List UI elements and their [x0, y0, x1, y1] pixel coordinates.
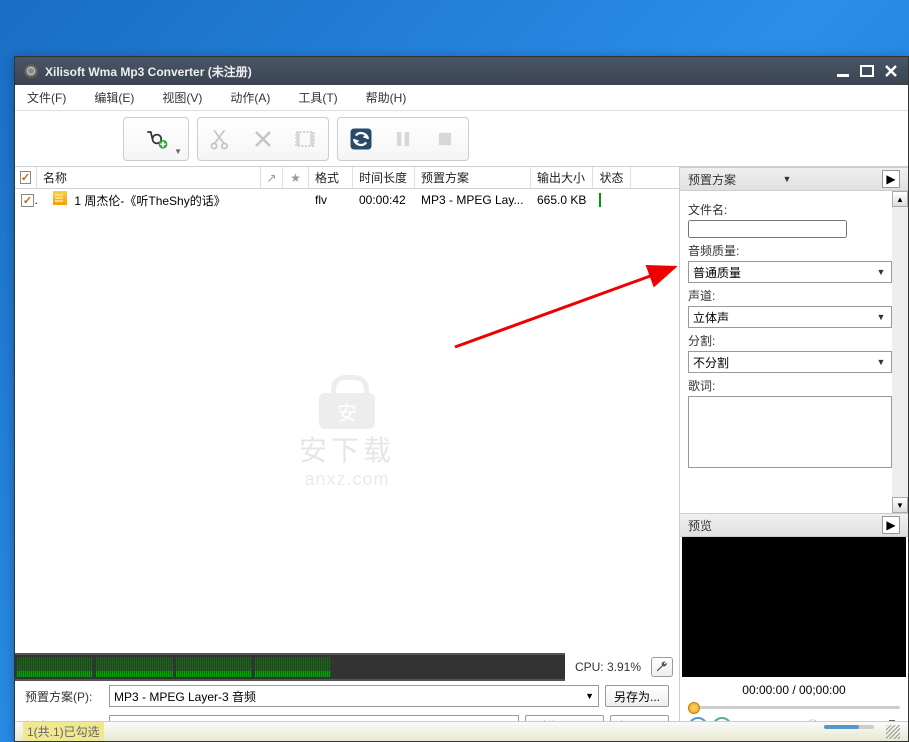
scroll-down-icon[interactable]: ▼	[892, 497, 908, 513]
column-preset[interactable]: 预置方案	[415, 167, 531, 188]
convert-button[interactable]	[342, 120, 380, 158]
chevron-down-icon: ▼	[585, 691, 594, 701]
right-panel: 预置方案 ▼ ▶ ▲ ▼ 文件名: 音频质量: 普通质量▼ 声道: 立体声▼ 分…	[680, 167, 908, 741]
menu-action[interactable]: 动作(A)	[230, 89, 270, 106]
header-checkbox-icon[interactable]	[20, 171, 31, 184]
menubar: 文件(F) 编辑(E) 视图(V) 动作(A) 工具(T) 帮助(H)	[15, 85, 908, 111]
toolbar: ▼	[15, 111, 908, 167]
expand-button[interactable]: ▶	[882, 516, 900, 534]
cell-duration: 00:00:42	[353, 193, 415, 207]
column-status[interactable]: 状态	[593, 167, 631, 188]
clip-button[interactable]	[286, 120, 324, 158]
filename-label: 文件名:	[688, 201, 892, 218]
cell-size: 665.0 KB	[531, 193, 593, 207]
app-window: Xilisoft Wma Mp3 Converter (未注册) 文件(F) 编…	[14, 56, 909, 742]
split-label: 分割:	[688, 332, 892, 349]
delete-button[interactable]	[244, 120, 282, 158]
menu-file[interactable]: 文件(F)	[27, 89, 66, 106]
scroll-up-icon[interactable]: ▲	[892, 191, 908, 207]
cpu-row: CPU: 3.91%	[15, 653, 679, 681]
settings-button[interactable]	[651, 657, 673, 677]
left-panel: 名称 ↗ ★ 格式 时间长度 预置方案 输出大小 状态 1 周杰伦-《听TheS…	[15, 167, 680, 741]
preview-panel-head[interactable]: 预览 ▶	[680, 513, 908, 537]
preset-select[interactable]: MP3 - MPEG Layer-3 音频 ▼	[109, 685, 599, 707]
filename-input[interactable]	[688, 220, 847, 238]
menu-tools[interactable]: 工具(T)	[298, 89, 337, 106]
cut-button[interactable]	[202, 120, 240, 158]
watermark: 安下载 anxz.com	[299, 375, 395, 490]
dropdown-icon: ▼	[174, 147, 182, 156]
column-format[interactable]: 格式	[309, 167, 353, 188]
file-list[interactable]: 1 周杰伦-《听TheShy的话》 flv 00:00:42 MP3 - MPE…	[15, 189, 679, 653]
column-name[interactable]: 名称	[37, 167, 261, 188]
saveas-button[interactable]: 另存为...	[605, 685, 669, 707]
app-icon	[23, 63, 39, 79]
status-text: 1(共.1)已勾选	[23, 722, 104, 741]
menu-view[interactable]: 视图(V)	[162, 89, 202, 106]
time-display: 00:00:00 / 00;00:00	[680, 677, 908, 699]
minimize-button[interactable]	[834, 63, 852, 79]
split-select[interactable]: 不分割▼	[688, 351, 892, 373]
seek-slider[interactable]	[688, 701, 900, 713]
preset-panel-head[interactable]: 预置方案 ▼ ▶	[680, 167, 908, 191]
titlebar[interactable]: Xilisoft Wma Mp3 Converter (未注册)	[15, 57, 908, 85]
cpu-label: CPU: 3.91%	[565, 660, 651, 674]
row-checkbox[interactable]	[21, 194, 34, 207]
window-title: Xilisoft Wma Mp3 Converter (未注册)	[45, 63, 834, 80]
scrollbar[interactable]: ▲ ▼	[892, 191, 908, 513]
lyric-textarea[interactable]	[688, 396, 892, 468]
slider-thumb-icon[interactable]	[688, 702, 700, 714]
preset-row: 预置方案(P): MP3 - MPEG Layer-3 音频 ▼ 另存为...	[15, 681, 679, 711]
stop-button[interactable]	[426, 120, 464, 158]
menu-help[interactable]: 帮助(H)	[366, 89, 407, 106]
preset-label: 预置方案(P):	[25, 688, 103, 705]
expand-button[interactable]: ▶	[882, 170, 900, 188]
chevron-down-icon: ▼	[873, 357, 889, 367]
pause-button[interactable]	[384, 120, 422, 158]
volume-slider[interactable]	[824, 725, 874, 729]
table-row[interactable]: 1 周杰伦-《听TheShy的话》 flv 00:00:42 MP3 - MPE…	[15, 189, 679, 211]
column-checkbox[interactable]	[15, 167, 37, 188]
statusbar: 1(共.1)已勾选	[15, 721, 908, 741]
cell-name: 1 周杰伦-《听TheShy的话》	[37, 191, 261, 209]
column-star[interactable]: ★	[283, 167, 309, 188]
chevron-down-icon: ▼	[873, 267, 889, 277]
chevron-down-icon: ▼	[873, 312, 889, 322]
column-sort[interactable]: ↗	[261, 167, 283, 188]
column-size[interactable]: 输出大小	[531, 167, 593, 188]
preview-video[interactable]	[682, 537, 906, 677]
close-button[interactable]	[882, 63, 900, 79]
channel-select[interactable]: 立体声▼	[688, 306, 892, 328]
maximize-button[interactable]	[858, 63, 876, 79]
video-file-icon	[53, 191, 67, 205]
cell-format: flv	[309, 193, 353, 207]
column-duration[interactable]: 时间长度	[353, 167, 415, 188]
resize-grip-icon[interactable]	[886, 725, 900, 739]
properties-panel: ▲ ▼ 文件名: 音频质量: 普通质量▼ 声道: 立体声▼ 分割: 不分割▼ 歌…	[680, 191, 908, 513]
add-file-button[interactable]: ▼	[128, 120, 184, 158]
menu-edit[interactable]: 编辑(E)	[94, 89, 134, 106]
list-header: 名称 ↗ ★ 格式 时间长度 预置方案 输出大小 状态	[15, 167, 679, 189]
lyric-label: 歌词:	[688, 377, 892, 394]
cell-preset: MP3 - MPEG Lay...	[415, 193, 531, 207]
quality-select[interactable]: 普通质量▼	[688, 261, 892, 283]
status-ready-icon	[599, 193, 601, 207]
quality-label: 音频质量:	[688, 242, 892, 259]
cpu-visualizer	[15, 653, 565, 681]
channel-label: 声道:	[688, 287, 892, 304]
chevron-down-icon: ▼	[783, 174, 792, 184]
